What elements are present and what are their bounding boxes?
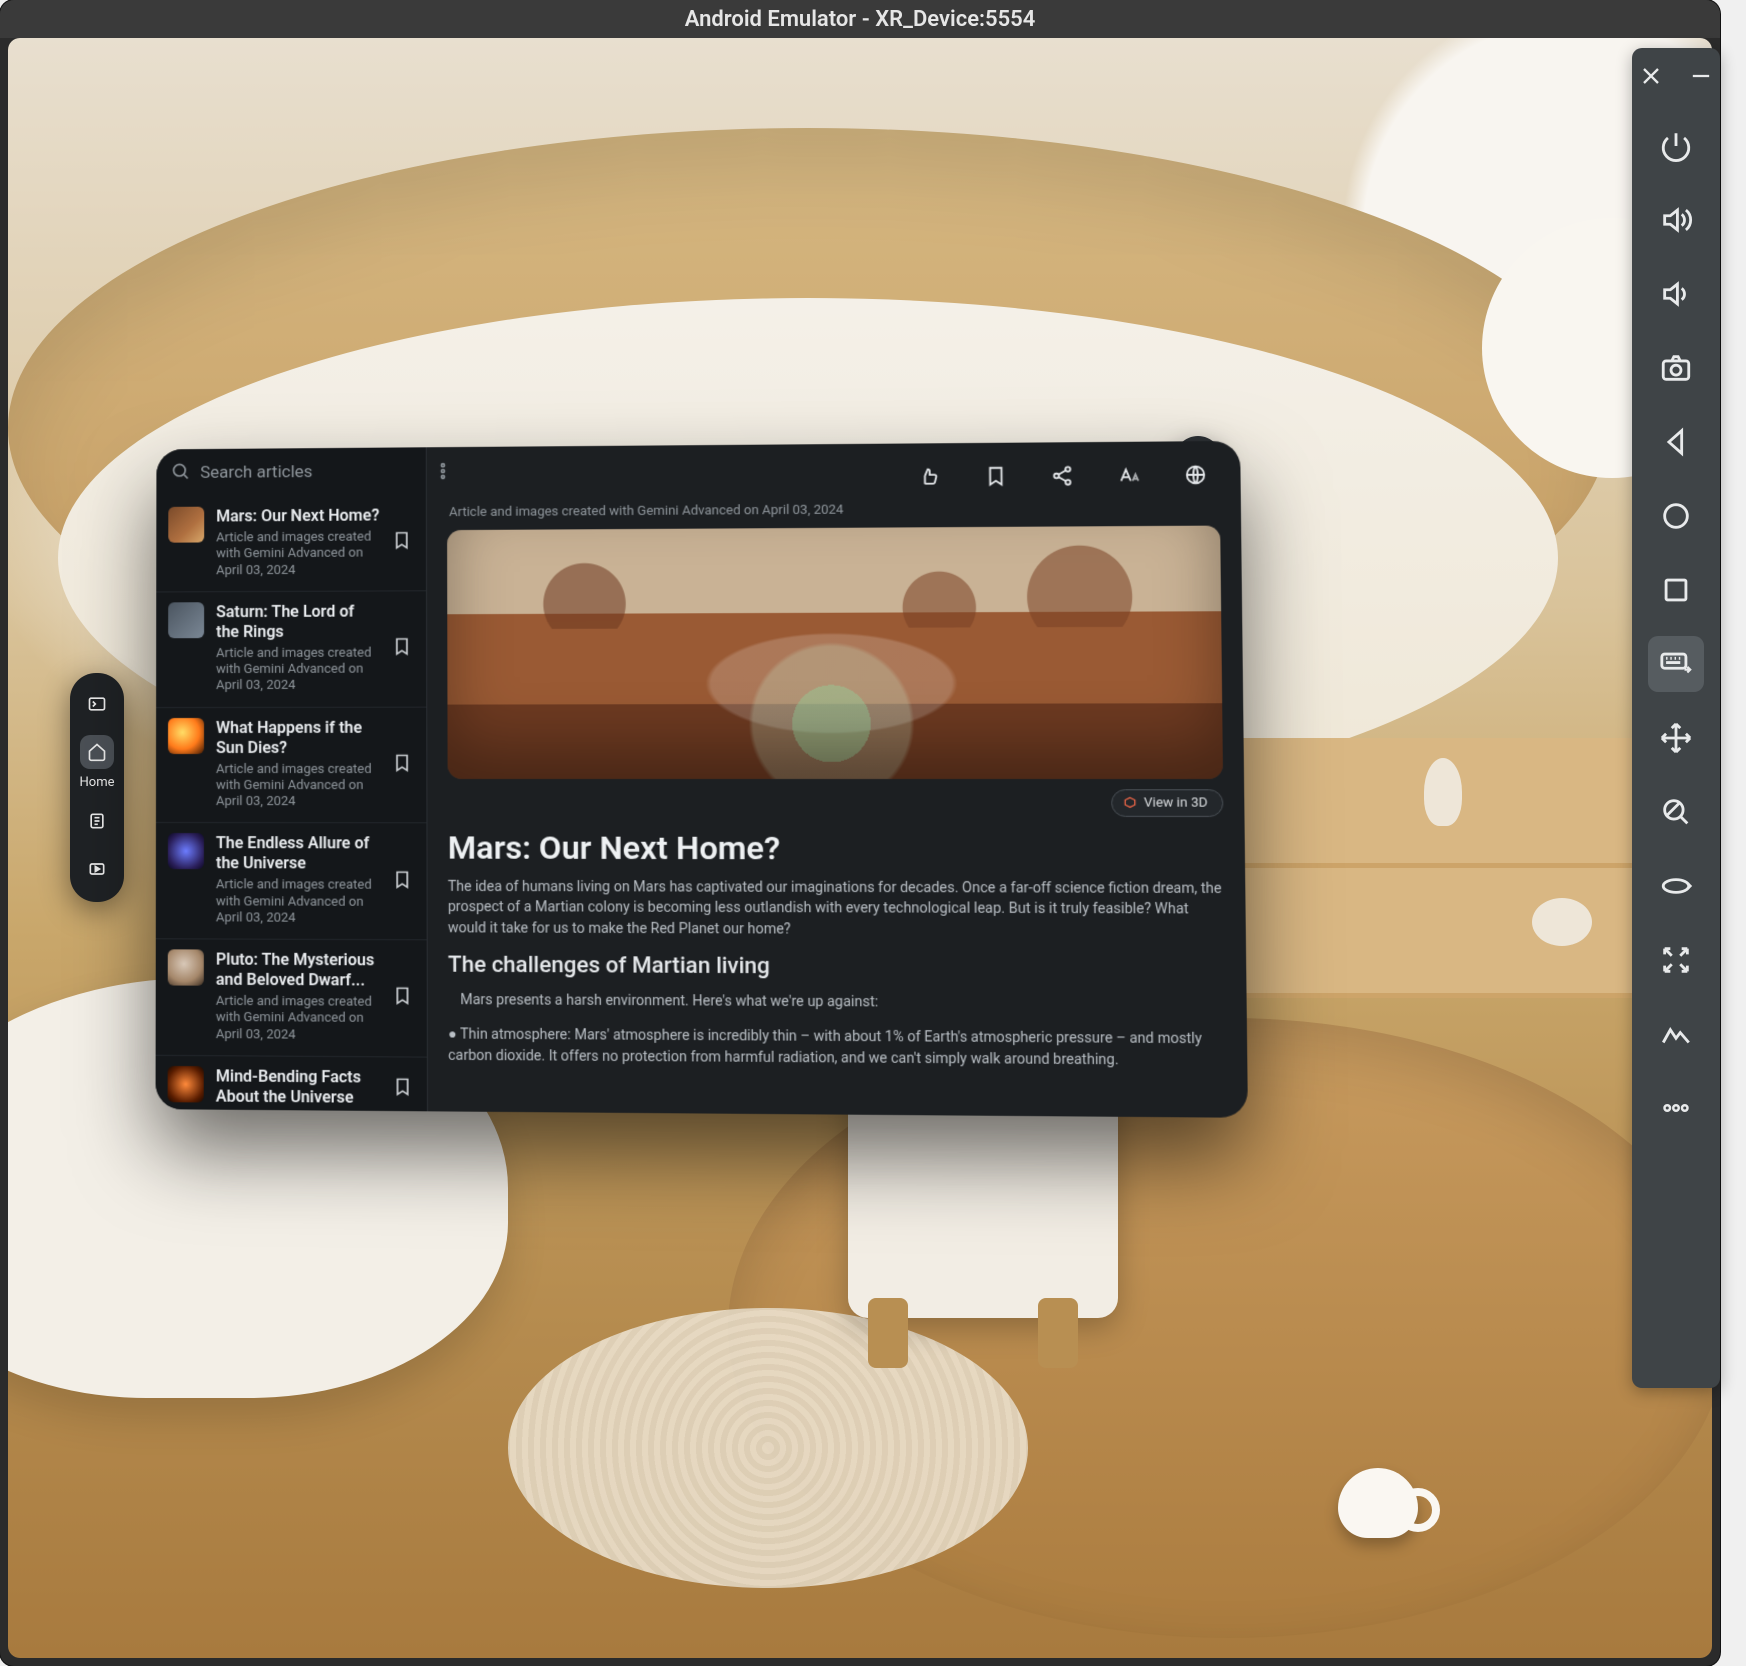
emulator-minimize-button[interactable] [1687,62,1715,90]
rotate-button[interactable] [1648,858,1704,914]
list-item-thumbnail [168,833,204,869]
list-item-title: Mind-Bending Facts About the Universe [216,1066,381,1108]
bookmark-button[interactable] [980,461,1011,492]
scene-decor [1424,758,1462,826]
list-item[interactable]: The Endless Allure of the UniverseArticl… [156,823,427,940]
list-item-thumbnail [168,717,204,753]
language-button[interactable] [1180,459,1212,490]
emulator-titlebar: Android Emulator - XR_Device:5554 [0,0,1720,38]
list-item[interactable]: What Happens if the Sun Dies?Article and… [156,707,427,823]
article-title: Mars: Our Next Home? [448,828,1224,868]
list-item-title: The Endless Allure of the Universe [216,833,380,873]
xr-content-panel: Mars: Our Next Home?Article and images c… [156,441,1248,1118]
list-item[interactable]: Mars: Our Next Home?Article and images c… [156,495,426,592]
back-button[interactable] [1648,414,1704,470]
list-item[interactable]: Pluto: The Mysterious and Beloved Dwarf.… [156,939,427,1057]
xr-navigation-rail: Home [70,673,124,902]
screenshot-button[interactable] [1648,340,1704,396]
search-icon [170,461,190,485]
xr-scene: Home [8,38,1712,1658]
article-reader: Article and images created with Gemini A… [427,441,1248,1118]
rail-console-button[interactable] [80,687,114,721]
article-paragraph: Mars presents a harsh environment. Here'… [460,990,1225,1015]
list-item-subtitle: Article and images created with Gemini A… [216,994,380,1044]
zoom-button[interactable] [1648,784,1704,840]
list-item[interactable]: Saturn: The Lord of the RingsArticle and… [156,591,426,708]
list-item-thumbnail [168,602,204,638]
list-item-title: Pluto: The Mysterious and Beloved Dwarf.… [216,950,380,991]
bookmark-icon[interactable] [392,1076,414,1098]
list-item[interactable]: Mind-Bending Facts About the Universe [156,1056,427,1112]
scene-decor [1338,1468,1418,1538]
more-options-button[interactable] [1648,1080,1704,1136]
power-button[interactable] [1648,118,1704,174]
view-in-3d-label: View in 3D [1144,795,1208,810]
search-input[interactable] [200,461,423,483]
bookmark-icon[interactable] [392,637,414,659]
scene-decor [508,1308,1028,1588]
emulator-title: Android Emulator - XR_Device:5554 [685,7,1036,32]
reader-toolbar [447,441,1220,501]
list-item-thumbnail [168,507,204,543]
volume-up-button[interactable] [1648,192,1704,248]
emulator-toolbar [1632,48,1720,1388]
article-body: Mars: Our Next Home? The idea of humans … [448,822,1227,1072]
bookmark-icon[interactable] [392,869,414,891]
article-bullet: Thin atmosphere: Mars' atmosphere is inc… [448,1025,1226,1073]
keyboard-input-button[interactable] [1648,636,1704,692]
article-hero-image [447,526,1223,779]
bookmark-icon[interactable] [392,531,414,553]
bookmark-icon[interactable] [392,753,414,775]
bookmark-icon[interactable] [392,986,414,1008]
scene-decor [1532,898,1592,946]
article-meta: Article and images created with Gemini A… [449,500,1218,520]
list-item-title: Mars: Our Next Home? [216,506,379,527]
like-button[interactable] [914,461,945,492]
rail-video-button[interactable] [80,852,114,886]
text-size-button[interactable] [1113,460,1145,491]
list-item-subtitle: Article and images created with Gemini A… [216,761,380,810]
rail-home-label: Home [80,775,115,790]
list-item-title: Saturn: The Lord of the Rings [216,601,380,642]
list-item-thumbnail [168,949,204,985]
list-item-title: What Happens if the Sun Dies? [216,717,380,757]
rail-home-button[interactable] [80,735,114,769]
pan-button[interactable] [1648,710,1704,766]
article-sidebar: Mars: Our Next Home?Article and images c… [156,447,428,1111]
rail-articles-button[interactable] [80,804,114,838]
list-item-subtitle: Article and images created with Gemini A… [216,529,379,579]
emulator-close-button[interactable] [1637,62,1665,90]
search-row [156,447,425,497]
overview-button[interactable] [1648,562,1704,618]
list-item-subtitle: Article and images created with Gemini A… [216,877,380,927]
emulator-window: Android Emulator - XR_Device:5554 Home [0,0,1720,1666]
article-list[interactable]: Mars: Our Next Home?Article and images c… [156,495,427,1111]
article-subheading: The challenges of Martian living [448,952,1225,981]
list-item-subtitle: Article and images created with Gemini A… [216,645,380,694]
view-in-3d-button[interactable]: View in 3D [1111,789,1223,817]
list-item-thumbnail [168,1066,204,1103]
article-paragraph: The idea of humans living on Mars has ca… [448,877,1225,941]
virtual-sensors-button[interactable] [1648,1006,1704,1062]
home-button[interactable] [1648,488,1704,544]
share-button[interactable] [1046,460,1077,491]
volume-down-button[interactable] [1648,266,1704,322]
collapse-button[interactable] [1648,932,1704,988]
